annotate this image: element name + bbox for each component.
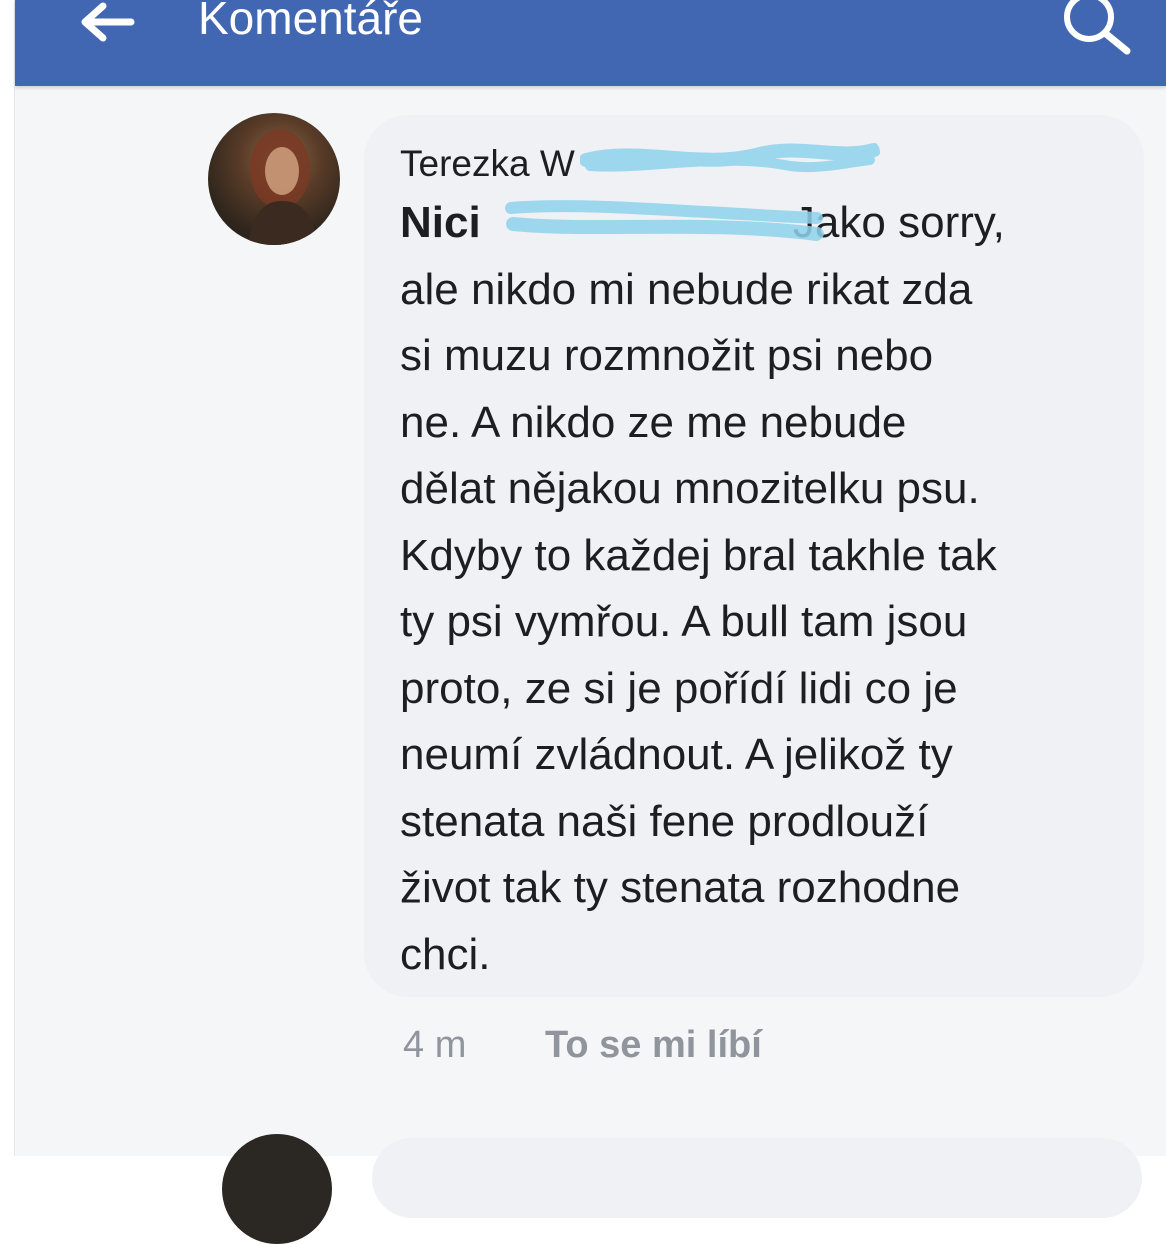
comment-line: proto, ze si je pořídí lidi co je (400, 663, 958, 713)
left-edge (0, 0, 15, 1156)
comment-line: si muzu rozmnožit psi nebo (400, 331, 934, 380)
mention-redaction (505, 200, 824, 241)
avatar[interactable] (208, 113, 340, 245)
comment-line: ne. A nikdo ze me nebude (400, 397, 907, 447)
next-comment-bubble (372, 1138, 1142, 1218)
like-button[interactable]: To se mi líbí (545, 1020, 762, 1070)
arrow-left-icon (81, 2, 135, 42)
comment-line: život tak ty stenata rozhodne (400, 863, 961, 912)
mention-link[interactable]: Nici (400, 198, 481, 247)
comment-line: chci. (400, 929, 491, 979)
next-comment-avatar[interactable] (222, 1134, 332, 1244)
comment-text: Nici Jako sorry, ale nikdo mi nebude rik… (400, 190, 1120, 988)
profile-photo (248, 129, 318, 245)
comment-line: neumí zvládnout. A jelikož ty (400, 730, 953, 779)
search-button[interactable] (1050, 0, 1140, 62)
back-button[interactable] (62, 0, 152, 52)
search-icon (1064, 0, 1131, 55)
comment-line: stenata naši fene prodlouží (400, 796, 929, 846)
comment-line: dělat nějakou mnozitelku psu. (400, 464, 980, 513)
comment-line: ale nikdo mi nebude rikat zda (400, 264, 973, 314)
name-redaction (580, 143, 880, 173)
comment-author[interactable]: Terezka W (400, 142, 575, 186)
comment-timestamp: 4 m (403, 1024, 467, 1066)
comment-line: Kdyby to každej bral takhle tak (400, 530, 997, 580)
comment-line: ty psi vymřou. A bull tam jsou (400, 597, 968, 646)
app-bar (15, 0, 1166, 86)
page-title: Komentáře (198, 0, 424, 44)
